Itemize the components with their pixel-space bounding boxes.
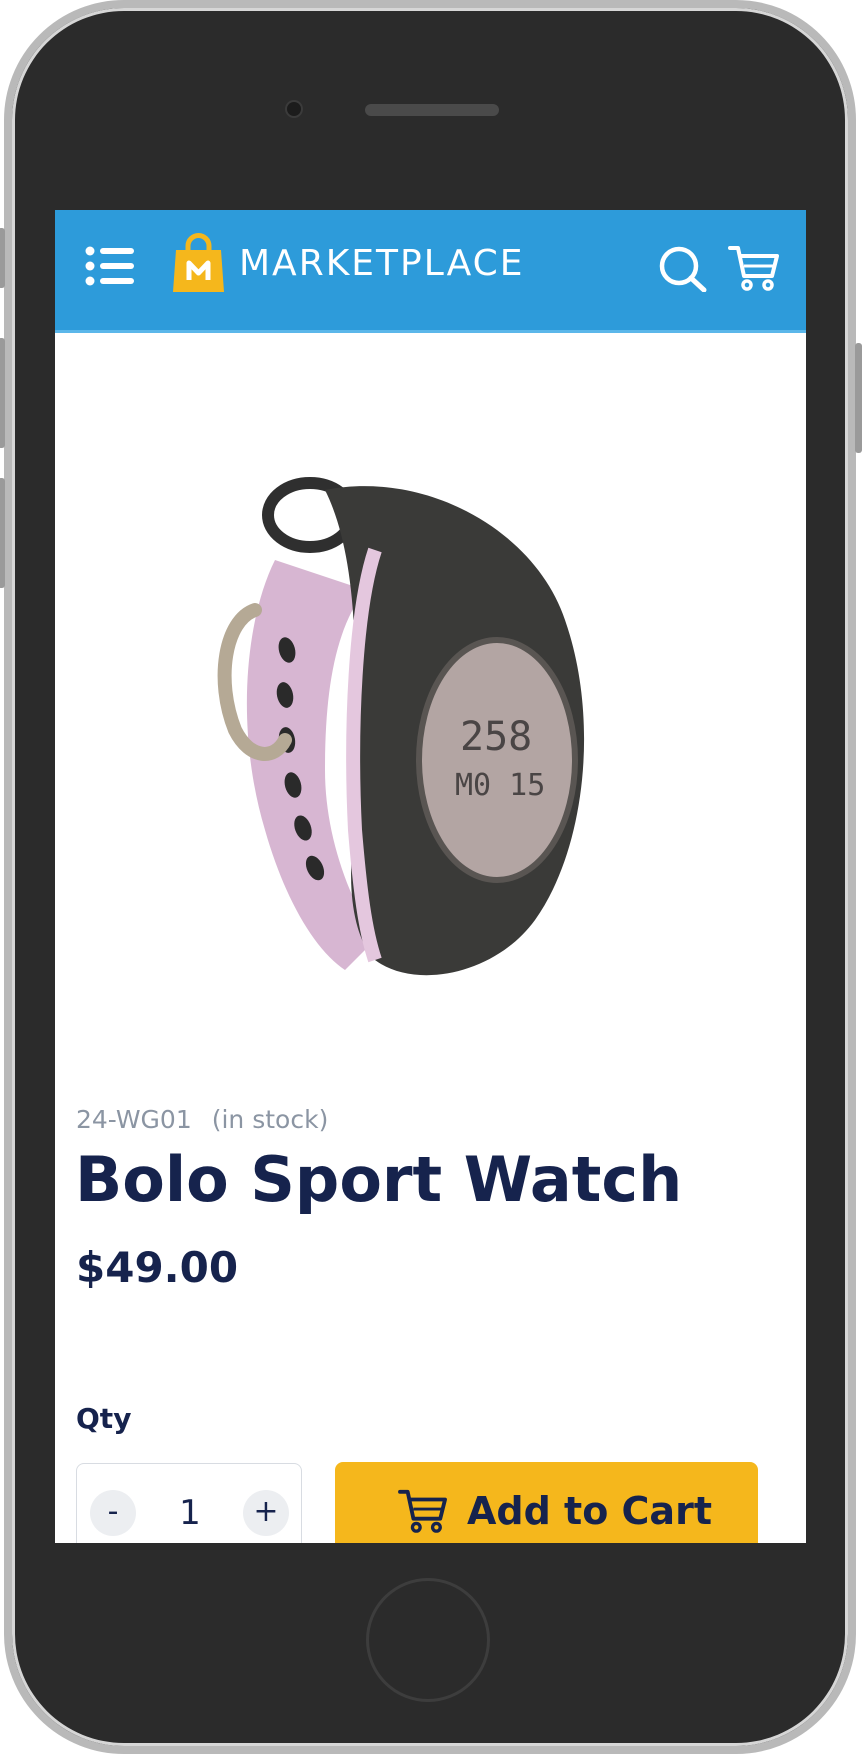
product-meta: 24-WG01 (in stock) bbox=[76, 1105, 328, 1134]
svg-text:M0 15: M0 15 bbox=[455, 768, 545, 803]
app-screen: MARKETPLACE 258 M0 15 24-WG01 (in stock)… bbox=[55, 210, 806, 1543]
qty-decrease-button[interactable]: - bbox=[90, 1490, 136, 1536]
front-camera bbox=[287, 102, 301, 116]
marketplace-logo-icon[interactable] bbox=[171, 232, 226, 294]
qty-increase-button[interactable]: + bbox=[243, 1490, 289, 1536]
earpiece-speaker bbox=[365, 104, 499, 116]
qty-input[interactable]: 1 bbox=[147, 1490, 233, 1536]
add-to-cart-button[interactable]: Add to Cart bbox=[335, 1462, 758, 1543]
quantity-stepper: - 1 + bbox=[76, 1463, 302, 1543]
cart-icon bbox=[728, 246, 779, 291]
cart-button[interactable] bbox=[728, 244, 780, 292]
product-price: $49.00 bbox=[76, 1243, 239, 1292]
mute-switch bbox=[0, 228, 5, 288]
home-button bbox=[366, 1578, 490, 1702]
product-sku: 24-WG01 bbox=[76, 1105, 192, 1134]
product-image[interactable]: 258 M0 15 bbox=[205, 470, 665, 1030]
menu-button[interactable] bbox=[85, 246, 135, 286]
search-button[interactable] bbox=[658, 246, 708, 293]
qty-label: Qty bbox=[76, 1402, 132, 1435]
stock-status: (in stock) bbox=[211, 1105, 329, 1134]
brand-name[interactable]: MARKETPLACE bbox=[239, 244, 525, 284]
cart-icon bbox=[398, 1489, 447, 1533]
search-icon bbox=[659, 246, 707, 293]
svg-text:258: 258 bbox=[460, 714, 532, 760]
menu-list-icon bbox=[85, 246, 134, 286]
product-title: Bolo Sport Watch bbox=[75, 1143, 683, 1216]
site-header: MARKETPLACE bbox=[55, 210, 806, 333]
power-button bbox=[855, 343, 862, 453]
volume-up-button bbox=[0, 338, 5, 448]
add-to-cart-label: Add to Cart bbox=[467, 1489, 712, 1533]
volume-down-button bbox=[0, 478, 5, 588]
